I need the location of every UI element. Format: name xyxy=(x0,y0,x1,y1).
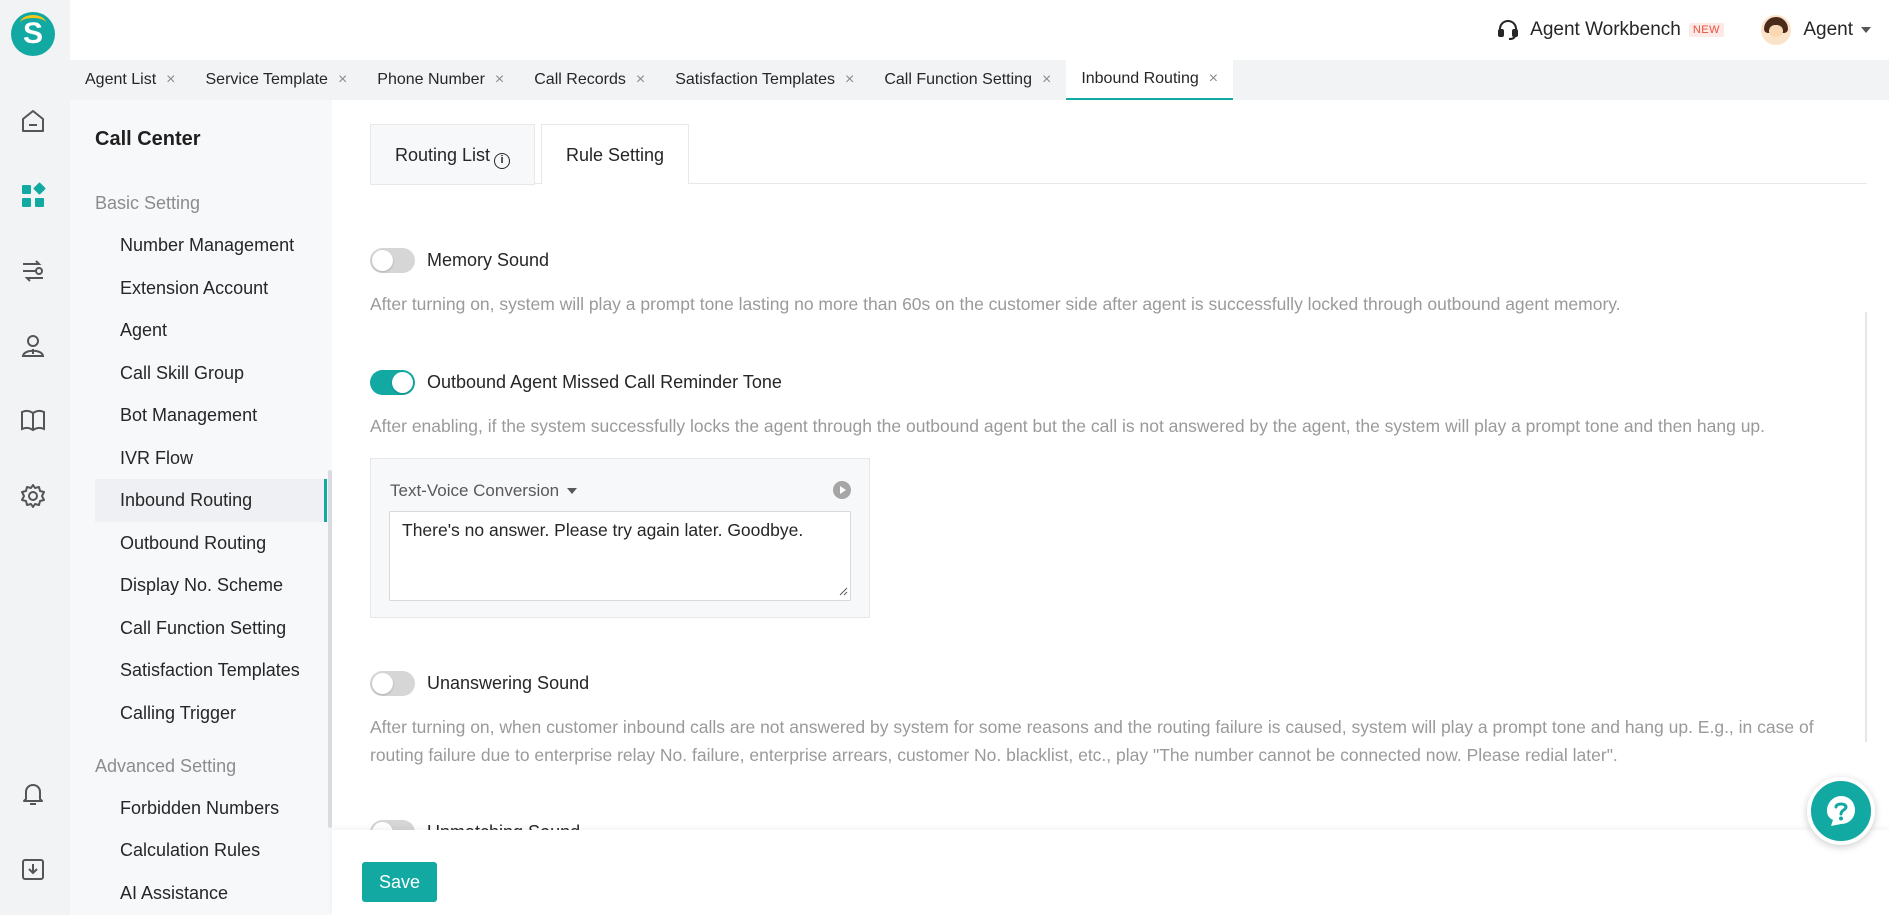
tab-label: Phone Number xyxy=(377,71,485,88)
unanswering-sound-description: After turning on, when customer inbound … xyxy=(370,717,1814,765)
nav-item-forbidden-numbers[interactable]: Forbidden Numbers xyxy=(95,787,327,830)
group-title-advanced: Advanced Setting xyxy=(95,756,237,776)
resize-grip-icon[interactable] xyxy=(838,586,848,596)
nav-item-call-function-setting[interactable]: Call Function Setting xyxy=(95,607,327,650)
tab-agent-list[interactable]: Agent List × xyxy=(70,60,191,100)
close-icon[interactable]: × xyxy=(1042,71,1051,89)
agent-icon[interactable] xyxy=(19,332,47,360)
memory-sound-description: After turning on, system will play a pro… xyxy=(370,294,1621,314)
close-icon[interactable]: × xyxy=(1209,70,1218,88)
missed-call-tone-setting: Outbound Agent Missed Call Reminder Tone… xyxy=(370,368,1849,440)
tab-label: Service Template xyxy=(205,71,328,88)
close-icon[interactable]: × xyxy=(495,71,504,89)
info-icon[interactable]: i xyxy=(494,153,511,169)
new-badge: NEW xyxy=(1688,23,1724,37)
nav-item-bot-management[interactable]: Bot Management xyxy=(95,394,327,437)
tab-call-function-setting[interactable]: Call Function Setting × xyxy=(869,60,1066,100)
app-logo[interactable]: S xyxy=(11,12,55,56)
help-button[interactable] xyxy=(1807,777,1875,845)
nav-item-display-no-scheme[interactable]: Display No. Scheme xyxy=(95,564,327,607)
content-tabs: Routing List i Rule Setting xyxy=(370,124,1867,185)
nav-item-calling-trigger[interactable]: Calling Trigger xyxy=(95,692,327,735)
unanswering-sound-setting: Unanswering Sound After turning on, when… xyxy=(370,669,1849,769)
unanswering-sound-label: Unanswering Sound xyxy=(427,672,590,693)
nav-item-ivr-flow[interactable]: IVR Flow xyxy=(95,437,327,480)
save-button[interactable]: Save xyxy=(362,862,437,902)
bottom-action-bar: Save xyxy=(332,830,1889,915)
tab-call-records[interactable]: Call Records × xyxy=(519,60,660,100)
main-content: Routing List i Rule Setting Memory Sound … xyxy=(332,100,1889,830)
missed-call-tone-toggle[interactable] xyxy=(370,369,415,395)
routing-icon[interactable] xyxy=(19,257,47,285)
memory-sound-setting: Memory Sound After turning on, system wi… xyxy=(370,246,1849,318)
tab-rule-setting[interactable]: Rule Setting xyxy=(541,124,690,185)
nav-item-extension-account[interactable]: Extension Account xyxy=(95,267,327,310)
nav-item-inbound-routing[interactable]: Inbound Routing xyxy=(95,479,327,522)
headset-icon xyxy=(1498,19,1519,40)
voice-text-input[interactable]: There's no answer. Please try again late… xyxy=(389,511,851,601)
voice-mode-label: Text-Voice Conversion xyxy=(390,481,560,500)
nav-item-calculation-rules[interactable]: Calculation Rules xyxy=(95,829,327,872)
close-icon[interactable]: × xyxy=(845,71,854,89)
tab-label: Satisfaction Templates xyxy=(675,71,835,88)
voice-config-box: Text-Voice Conversion There's no answer.… xyxy=(370,458,870,618)
nav-item-number-management[interactable]: Number Management xyxy=(95,224,327,267)
user-menu[interactable]: Agent xyxy=(1761,14,1871,46)
download-icon[interactable] xyxy=(19,855,47,883)
close-icon[interactable]: × xyxy=(338,71,347,89)
secondary-nav: Call Center Basic Setting Number Managem… xyxy=(70,100,332,915)
gear-icon[interactable] xyxy=(19,482,47,510)
tab-inbound-routing[interactable]: Inbound Routing × xyxy=(1066,60,1234,100)
open-tabs-bar: Agent List × Service Template × Phone Numb… xyxy=(70,60,1889,100)
tab-routing-list[interactable]: Routing List i xyxy=(370,124,536,185)
unmatching-sound-toggle[interactable] xyxy=(370,819,415,830)
dashboard-icon[interactable] xyxy=(19,182,47,210)
caret-down-icon xyxy=(567,488,578,494)
tab-label: Routing List xyxy=(395,145,491,165)
home-icon[interactable] xyxy=(19,107,47,135)
nav-item-call-skill-group[interactable]: Call Skill Group xyxy=(95,352,327,395)
memory-sound-label: Memory Sound xyxy=(427,249,550,270)
close-icon[interactable]: × xyxy=(636,71,645,89)
nav-item-outbound-routing[interactable]: Outbound Routing xyxy=(95,522,327,565)
memory-sound-toggle[interactable] xyxy=(370,247,415,273)
tab-label: Call Records xyxy=(534,71,626,88)
tab-phone-number[interactable]: Phone Number × xyxy=(362,60,519,100)
unanswering-sound-toggle[interactable] xyxy=(370,670,415,696)
agent-workbench-link[interactable]: Agent Workbench NEW xyxy=(1496,16,1724,44)
book-icon[interactable] xyxy=(19,406,47,434)
section-title: Call Center xyxy=(95,128,201,150)
chevron-down-icon xyxy=(1861,27,1871,33)
tab-satisfaction-templates[interactable]: Satisfaction Templates × xyxy=(660,60,869,100)
left-rail: S xyxy=(0,0,70,915)
missed-call-tone-description: After enabling, if the system successful… xyxy=(370,416,1766,436)
help-chat-icon xyxy=(1827,796,1855,826)
avatar xyxy=(1761,15,1792,45)
nav-item-ai-assistance[interactable]: AI Assistance xyxy=(95,872,327,915)
workbench-label: Agent Workbench xyxy=(1530,19,1681,40)
play-icon[interactable] xyxy=(833,481,851,499)
top-header: Agent Workbench NEW Agent xyxy=(70,0,1889,60)
nav-item-agent[interactable]: Agent xyxy=(95,309,327,352)
bell-icon[interactable] xyxy=(19,780,47,808)
tab-label: Rule Setting xyxy=(566,145,665,165)
tab-label: Inbound Routing xyxy=(1081,70,1199,87)
close-icon[interactable]: × xyxy=(166,71,175,89)
nav-item-satisfaction-templates[interactable]: Satisfaction Templates xyxy=(95,649,327,692)
missed-call-tone-label: Outbound Agent Missed Call Reminder Tone xyxy=(427,371,782,392)
voice-mode-select[interactable]: Text-Voice Conversion xyxy=(390,481,578,501)
user-name: Agent xyxy=(1803,19,1853,40)
content-scrollbar[interactable] xyxy=(1865,312,1867,742)
tab-label: Agent List xyxy=(85,71,157,88)
unmatching-sound-setting: Unmatching Sound xyxy=(370,818,1849,830)
tab-service-template[interactable]: Service Template × xyxy=(191,60,363,100)
tab-label: Call Function Setting xyxy=(884,71,1032,88)
group-title-basic: Basic Setting xyxy=(95,193,201,213)
unmatching-sound-label: Unmatching Sound xyxy=(427,822,580,831)
